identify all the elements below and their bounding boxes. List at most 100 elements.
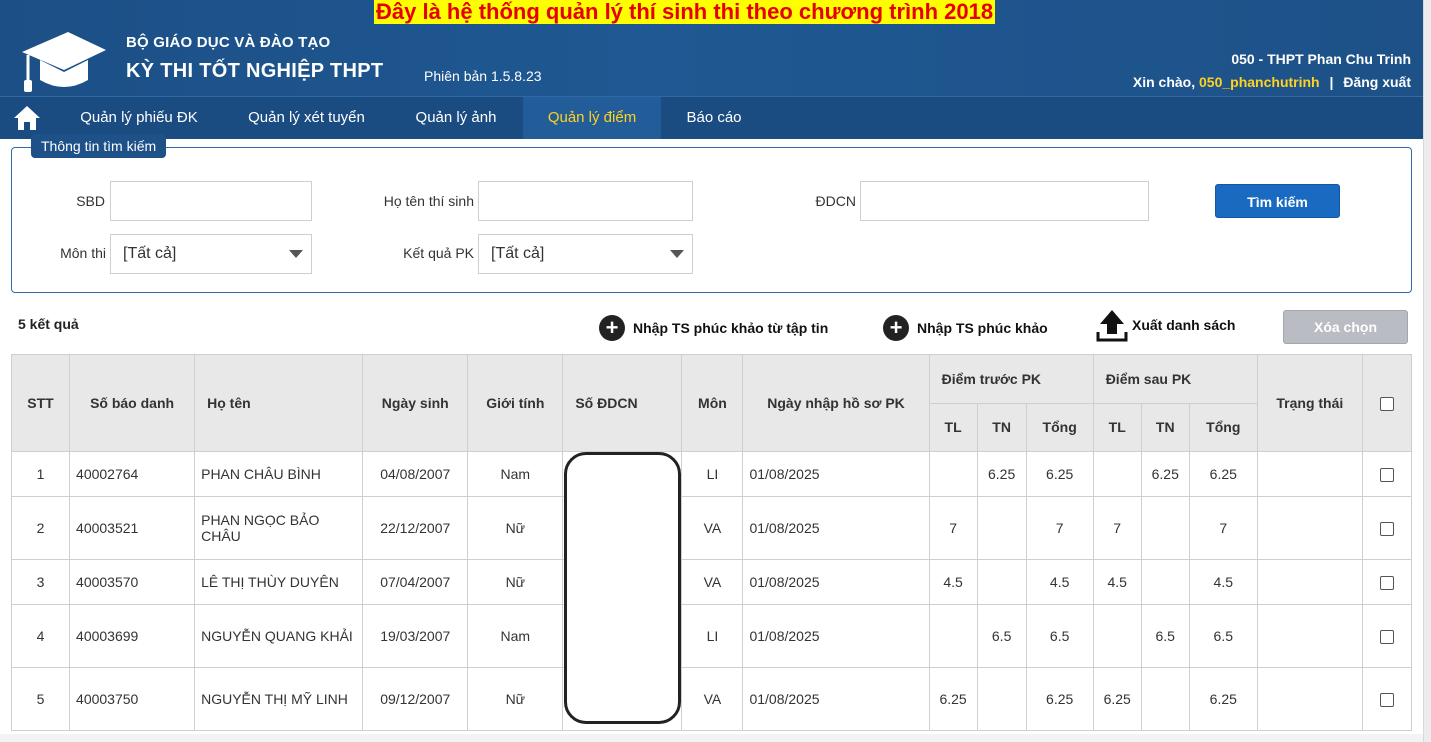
- cell-status: [1256, 559, 1363, 605]
- home-button[interactable]: [0, 97, 54, 139]
- select-all-checkbox[interactable]: [1379, 397, 1394, 412]
- row-checkbox[interactable]: [1379, 693, 1394, 708]
- col-dob: Ngày sinh: [362, 354, 469, 452]
- cell-before-tn: [976, 496, 1027, 560]
- ddcn-label: ĐDCN: [815, 193, 856, 209]
- cell-after-tl: 6.25: [1092, 667, 1142, 731]
- cell-date: 01/08/2025: [742, 559, 930, 605]
- search-button[interactable]: Tìm kiếm: [1215, 184, 1340, 218]
- cell-sbd: 40002764: [69, 451, 196, 497]
- school-name: 050 - THPT Phan Chu Trinh: [1231, 51, 1411, 67]
- cell-sbd: 40003699: [69, 604, 196, 668]
- table-row[interactable]: 4 40003699 NGUYỄN QUANG KHẢI 19/03/2007 …: [10, 604, 1413, 668]
- username-link[interactable]: 050_phanchutrinh: [1199, 74, 1320, 90]
- cell-select: [1361, 559, 1413, 605]
- cell-stt: 1: [10, 451, 71, 497]
- cell-before-tl: 6.25: [928, 667, 978, 731]
- ddcn-input[interactable]: [860, 181, 1149, 221]
- cell-sbd: 40003570: [69, 559, 196, 605]
- cell-after-total: 6.25: [1188, 667, 1258, 731]
- import-review-button[interactable]: + Nhập TS phúc khảo: [883, 315, 1048, 341]
- cell-gender: Nữ: [467, 667, 564, 731]
- system-notice: Đây là hệ thống quản lý thí sinh thi the…: [374, 0, 996, 24]
- subject-label: Môn thi: [60, 245, 106, 261]
- cell-date: 01/08/2025: [742, 496, 930, 560]
- nav-item-reports[interactable]: Báo cáo: [661, 97, 767, 139]
- cell-name: PHAN NGỌC BẢO CHÂU: [194, 496, 364, 560]
- cell-after-tn: [1140, 667, 1190, 731]
- cell-date: 01/08/2025: [742, 604, 930, 668]
- col-name: Họ tên: [194, 354, 364, 452]
- row-checkbox[interactable]: [1379, 576, 1394, 591]
- nav-item-scores[interactable]: Quản lý điểm: [523, 97, 661, 139]
- cell-after-total: 7: [1188, 496, 1258, 560]
- col-before-review: Điểm trước PK: [928, 354, 1094, 404]
- cell-status: [1256, 604, 1363, 668]
- clear-selected-button[interactable]: Xóa chọn: [1283, 310, 1408, 344]
- import-from-file-button[interactable]: + Nhập TS phúc khảo từ tập tin: [599, 315, 828, 341]
- cell-name: PHAN CHÂU BÌNH: [194, 451, 364, 497]
- cell-subject: VA: [681, 496, 744, 560]
- col-before-tn: TN: [976, 402, 1027, 452]
- subject-select-value: [Tất cả]: [123, 245, 177, 262]
- cell-gender: Nữ: [467, 559, 564, 605]
- export-list-button[interactable]: Xuất danh sách: [1096, 308, 1235, 342]
- cell-status: [1256, 451, 1363, 497]
- export-list-label: Xuất danh sách: [1132, 317, 1236, 333]
- row-checkbox[interactable]: [1379, 522, 1394, 537]
- cell-gender: Nam: [467, 604, 564, 668]
- cell-date: 01/08/2025: [742, 451, 930, 497]
- cell-before-tn: 6.5: [976, 604, 1027, 668]
- app-version: Phiên bản 1.5.8.23: [424, 68, 542, 84]
- nav-item-photos[interactable]: Quản lý ảnh: [389, 97, 523, 139]
- graduation-cap-icon: [22, 32, 106, 92]
- col-after-total: Tổng: [1188, 402, 1258, 452]
- cell-after-tn: [1140, 559, 1190, 605]
- sbd-input[interactable]: [110, 181, 312, 221]
- cell-name: NGUYỄN QUANG KHẢI: [194, 604, 364, 668]
- col-before-total: Tổng: [1025, 402, 1094, 452]
- nav-item-registration[interactable]: Quản lý phiếu ĐK: [54, 97, 224, 139]
- cell-stt: 2: [10, 496, 71, 560]
- import-review-label: Nhập TS phúc khảo: [917, 320, 1048, 336]
- cell-subject: LI: [681, 451, 744, 497]
- col-before-tl: TL: [928, 402, 978, 452]
- cell-before-tn: [976, 559, 1027, 605]
- table-row[interactable]: 5 40003750 NGUYỄN THỊ MỸ LINH 09/12/2007…: [10, 667, 1413, 731]
- chevron-down-icon: [670, 250, 684, 258]
- cell-before-total: 6.25: [1025, 667, 1094, 731]
- nav-item-admission[interactable]: Quản lý xét tuyển: [224, 97, 389, 139]
- col-ddcn: Số ĐDCN: [562, 354, 683, 452]
- row-checkbox[interactable]: [1379, 630, 1394, 645]
- cell-dob: 04/08/2007: [362, 451, 469, 497]
- cell-dob: 09/12/2007: [362, 667, 469, 731]
- review-result-select[interactable]: [Tất cả]: [478, 234, 693, 274]
- cell-subject: VA: [681, 667, 744, 731]
- subject-select[interactable]: [Tất cả]: [110, 234, 312, 274]
- cell-before-total: 6.5: [1025, 604, 1094, 668]
- cell-stt: 3: [10, 559, 71, 605]
- cell-after-tn: 6.25: [1140, 451, 1190, 497]
- result-count: 5 kết quả: [18, 316, 79, 332]
- cell-before-total: 6.25: [1025, 451, 1094, 497]
- greeting-text: Xin chào,: [1132, 74, 1196, 90]
- cell-before-tn: [976, 667, 1027, 731]
- select-all-cell: [1361, 354, 1413, 452]
- cell-after-tn: [1140, 496, 1190, 560]
- table-row[interactable]: 3 40003570 LÊ THỊ THÙY DUYÊN 07/04/2007 …: [10, 559, 1413, 605]
- col-after-review: Điểm sau PK: [1092, 354, 1258, 404]
- cell-before-tl: [928, 604, 978, 668]
- cell-sbd: 40003521: [69, 496, 196, 560]
- cell-select: [1361, 604, 1413, 668]
- table-row[interactable]: 2 40003521 PHAN NGỌC BẢO CHÂU 22/12/2007…: [10, 496, 1413, 560]
- row-checkbox[interactable]: [1379, 468, 1394, 483]
- cell-status: [1256, 496, 1363, 560]
- name-input[interactable]: [478, 181, 693, 221]
- exam-name: KỲ THI TỐT NGHIỆP THPT: [126, 60, 384, 82]
- logout-link[interactable]: Đăng xuất: [1343, 74, 1411, 90]
- import-from-file-label: Nhập TS phúc khảo từ tập tin: [633, 320, 829, 336]
- cell-sbd: 40003750: [69, 667, 196, 731]
- table-row[interactable]: 1 40002764 PHAN CHÂU BÌNH 04/08/2007 Nam…: [10, 451, 1413, 497]
- cell-stt: 5: [10, 667, 71, 731]
- cell-name: LÊ THỊ THÙY DUYÊN: [194, 559, 364, 605]
